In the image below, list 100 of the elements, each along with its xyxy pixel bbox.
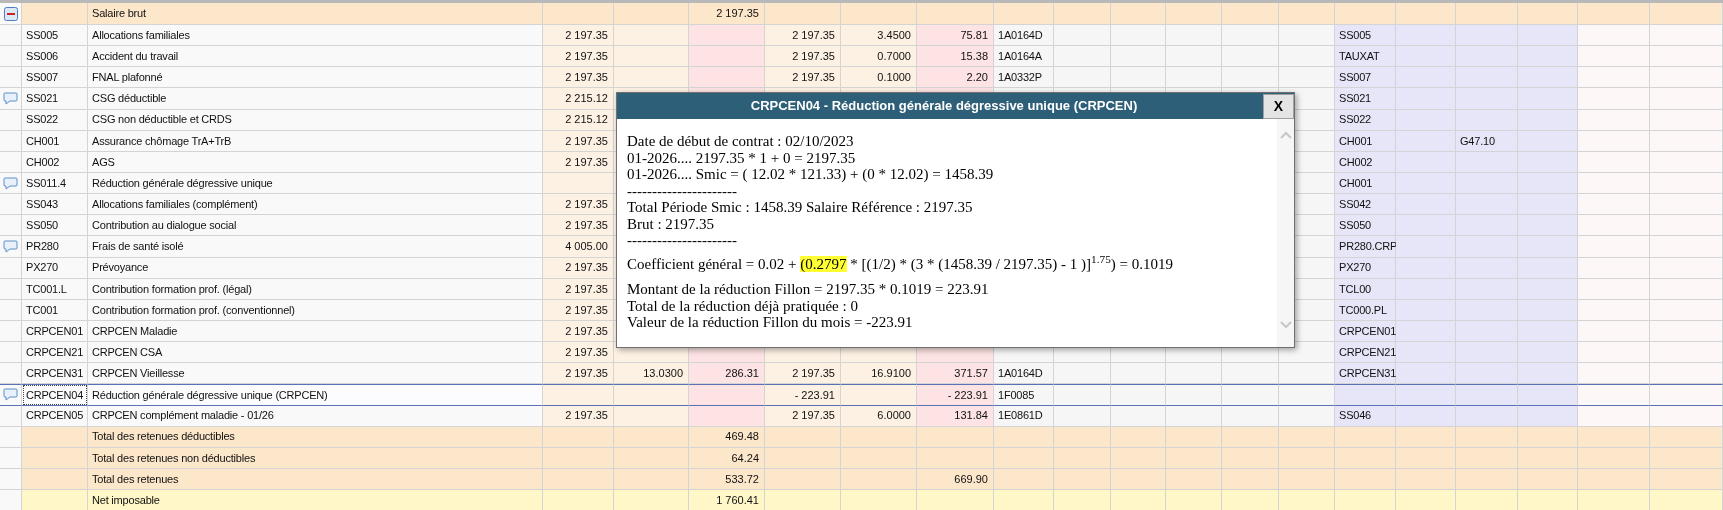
table-cell	[0, 490, 22, 510]
table-cell	[1578, 342, 1650, 364]
table-cell	[1518, 468, 1578, 491]
comment-icon[interactable]	[3, 239, 18, 253]
table-cell	[1279, 67, 1335, 89]
comment-icon[interactable]	[3, 176, 18, 190]
table-cell: CRPCEN01	[22, 320, 88, 343]
table-cell: SS021	[1335, 88, 1396, 110]
table-cell	[1054, 490, 1111, 510]
table-cell	[1054, 25, 1111, 47]
table-cell: 2 197.35	[543, 342, 614, 364]
table-cell	[1396, 236, 1456, 258]
table-cell	[1054, 46, 1111, 68]
table-cell	[1578, 320, 1650, 343]
table-cell: CRPCEN CSA	[88, 342, 543, 364]
table-cell	[1054, 468, 1111, 491]
table-cell	[1396, 173, 1456, 195]
table-cell	[1054, 67, 1111, 89]
table-cell	[1396, 109, 1456, 131]
table-cell	[1456, 194, 1518, 216]
table-cell	[1518, 278, 1578, 300]
table-cell	[1335, 384, 1396, 406]
table-cell	[1578, 447, 1650, 469]
scroll-down-icon[interactable]	[1279, 321, 1292, 329]
table-cell	[1578, 405, 1650, 427]
dialog-text-line: Brut : 2197.35	[627, 215, 715, 232]
table-cell	[1396, 130, 1456, 152]
table-cell	[1578, 215, 1650, 237]
table-cell: - 223.91	[765, 384, 841, 406]
table-cell	[1054, 447, 1111, 469]
scrollbar[interactable]	[1277, 119, 1294, 347]
dialog-text-line: 01-2026.... Smic = ( 12.02 * 121.33) + (0 * 12.02) = 1458.39	[627, 166, 994, 183]
table-cell: 2 197.35	[765, 363, 841, 385]
table-cell: 1A0164A	[994, 46, 1054, 68]
table-cell	[1222, 67, 1279, 89]
table-cell	[1396, 278, 1456, 300]
table-cell: 15.38	[917, 46, 994, 68]
table-cell	[1396, 46, 1456, 68]
table-cell	[1518, 236, 1578, 258]
table-cell	[0, 426, 22, 448]
table-cell	[1111, 363, 1166, 385]
table-cell	[1396, 363, 1456, 385]
table-cell: 286.31	[689, 363, 765, 385]
table-cell: CH001	[22, 130, 88, 152]
table-cell: 1A0164D	[994, 25, 1054, 47]
table-cell	[1518, 88, 1578, 110]
table-cell: Total des retenues déductibles	[88, 426, 543, 448]
table-cell	[543, 447, 614, 469]
table-cell	[1396, 194, 1456, 216]
table-cell	[1456, 173, 1518, 195]
table-cell: 2 197.35	[765, 25, 841, 47]
table-cell: CRPCEN01	[1335, 320, 1396, 343]
table-cell	[1578, 173, 1650, 195]
table-cell: CRPCEN31	[1335, 363, 1396, 385]
table-cell: 2 197.35	[543, 215, 614, 237]
table-cell	[1396, 299, 1456, 321]
table-cell	[1166, 405, 1222, 427]
table-cell	[1518, 109, 1578, 131]
table-cell	[1578, 278, 1650, 300]
table-cell: 6.0000	[841, 405, 917, 427]
table-cell: PR280.CRP	[1335, 236, 1396, 258]
table-cell	[543, 3, 614, 25]
table-cell: 1A0164D	[994, 363, 1054, 385]
table-cell	[1335, 426, 1396, 448]
table-cell: Assurance chômage TrA+TrB	[88, 130, 543, 152]
table-cell	[1396, 3, 1456, 25]
table-cell	[543, 173, 614, 195]
table-cell: SS007	[22, 67, 88, 89]
table-cell	[1111, 384, 1166, 406]
table-cell	[1456, 405, 1518, 427]
comment-icon[interactable]	[3, 92, 18, 105]
table-cell	[1456, 46, 1518, 68]
table-cell: 75.81	[917, 25, 994, 47]
table-cell	[543, 384, 614, 406]
table-cell	[1335, 490, 1396, 510]
table-cell: CRPCEN complément maladie - 01/26	[88, 405, 543, 427]
table-cell	[543, 490, 614, 510]
table-cell	[1166, 490, 1222, 510]
close-button[interactable]: X	[1263, 93, 1294, 119]
scroll-up-icon[interactable]	[1279, 131, 1292, 139]
table-cell: Contribution au dialogue social	[88, 215, 543, 237]
table-cell	[1456, 490, 1518, 510]
table-cell	[1518, 490, 1578, 510]
table-cell: 533.72	[689, 468, 765, 491]
table-cell	[1111, 447, 1166, 469]
table-cell: Contribution formation prof. (conventionnel)	[88, 299, 543, 321]
table-cell	[1578, 384, 1650, 406]
table-cell	[1111, 25, 1166, 47]
table-cell: PX270	[1335, 257, 1396, 279]
table-cell: SS050	[22, 215, 88, 237]
table-cell	[1518, 363, 1578, 385]
table-cell: Réduction générale dégressive unique	[88, 173, 543, 195]
table-cell: SS050	[1335, 215, 1396, 237]
table-cell: 1A0332P	[994, 67, 1054, 89]
table-cell: CRPCEN Vieillesse	[88, 363, 543, 385]
table-cell: 2 197.35	[543, 46, 614, 68]
table-cell: 1 760.41	[689, 490, 765, 510]
table-cell	[1335, 447, 1396, 469]
table-cell	[0, 468, 22, 491]
table-cell	[1456, 67, 1518, 89]
